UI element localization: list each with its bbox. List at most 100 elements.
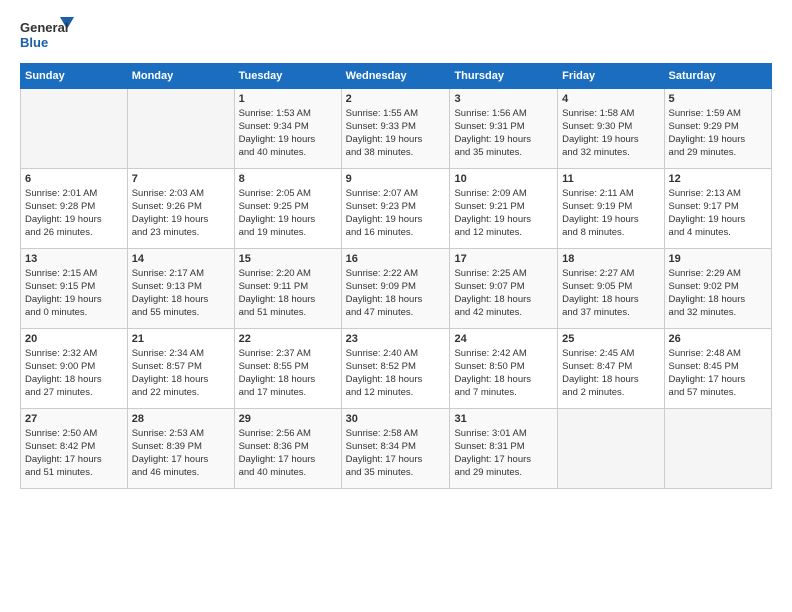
day-info: Sunrise: 2:05 AM Sunset: 9:25 PM Dayligh… — [239, 188, 337, 239]
day-info: Sunrise: 2:07 AM Sunset: 9:23 PM Dayligh… — [346, 188, 446, 239]
day-cell: 6Sunrise: 2:01 AM Sunset: 9:28 PM Daylig… — [21, 169, 128, 249]
day-info: Sunrise: 2:15 AM Sunset: 9:15 PM Dayligh… — [25, 268, 123, 319]
day-info: Sunrise: 2:20 AM Sunset: 9:11 PM Dayligh… — [239, 268, 337, 319]
calendar-header-row: SundayMondayTuesdayWednesdayThursdayFrid… — [21, 64, 772, 89]
day-cell — [558, 409, 664, 489]
day-cell: 19Sunrise: 2:29 AM Sunset: 9:02 PM Dayli… — [664, 249, 771, 329]
day-number: 16 — [346, 252, 446, 267]
svg-text:Blue: Blue — [20, 35, 48, 50]
day-info: Sunrise: 2:29 AM Sunset: 9:02 PM Dayligh… — [669, 268, 767, 319]
logo: GeneralBlue — [20, 15, 75, 53]
day-info: Sunrise: 2:40 AM Sunset: 8:52 PM Dayligh… — [346, 348, 446, 399]
day-number: 31 — [454, 412, 553, 427]
day-number: 17 — [454, 252, 553, 267]
day-number: 2 — [346, 92, 446, 107]
day-cell — [21, 89, 128, 169]
day-number: 24 — [454, 332, 553, 347]
day-info: Sunrise: 2:13 AM Sunset: 9:17 PM Dayligh… — [669, 188, 767, 239]
day-info: Sunrise: 2:42 AM Sunset: 8:50 PM Dayligh… — [454, 348, 553, 399]
day-cell: 12Sunrise: 2:13 AM Sunset: 9:17 PM Dayli… — [664, 169, 771, 249]
day-cell: 10Sunrise: 2:09 AM Sunset: 9:21 PM Dayli… — [450, 169, 558, 249]
day-cell: 21Sunrise: 2:34 AM Sunset: 8:57 PM Dayli… — [127, 329, 234, 409]
day-cell: 20Sunrise: 2:32 AM Sunset: 9:00 PM Dayli… — [21, 329, 128, 409]
day-number: 14 — [132, 252, 230, 267]
day-cell: 11Sunrise: 2:11 AM Sunset: 9:19 PM Dayli… — [558, 169, 664, 249]
day-info: Sunrise: 2:58 AM Sunset: 8:34 PM Dayligh… — [346, 428, 446, 479]
day-number: 10 — [454, 172, 553, 187]
day-info: Sunrise: 2:53 AM Sunset: 8:39 PM Dayligh… — [132, 428, 230, 479]
day-info: Sunrise: 2:09 AM Sunset: 9:21 PM Dayligh… — [454, 188, 553, 239]
day-number: 18 — [562, 252, 659, 267]
day-info: Sunrise: 2:11 AM Sunset: 9:19 PM Dayligh… — [562, 188, 659, 239]
week-row-4: 20Sunrise: 2:32 AM Sunset: 9:00 PM Dayli… — [21, 329, 772, 409]
day-cell: 23Sunrise: 2:40 AM Sunset: 8:52 PM Dayli… — [341, 329, 450, 409]
day-cell: 4Sunrise: 1:58 AM Sunset: 9:30 PM Daylig… — [558, 89, 664, 169]
day-cell: 17Sunrise: 2:25 AM Sunset: 9:07 PM Dayli… — [450, 249, 558, 329]
logo-svg: GeneralBlue — [20, 15, 75, 53]
day-cell: 26Sunrise: 2:48 AM Sunset: 8:45 PM Dayli… — [664, 329, 771, 409]
day-number: 1 — [239, 92, 337, 107]
day-number: 25 — [562, 332, 659, 347]
day-cell: 15Sunrise: 2:20 AM Sunset: 9:11 PM Dayli… — [234, 249, 341, 329]
day-number: 15 — [239, 252, 337, 267]
day-info: Sunrise: 2:17 AM Sunset: 9:13 PM Dayligh… — [132, 268, 230, 319]
day-info: Sunrise: 2:50 AM Sunset: 8:42 PM Dayligh… — [25, 428, 123, 479]
day-info: Sunrise: 2:37 AM Sunset: 8:55 PM Dayligh… — [239, 348, 337, 399]
day-cell: 18Sunrise: 2:27 AM Sunset: 9:05 PM Dayli… — [558, 249, 664, 329]
day-number: 19 — [669, 252, 767, 267]
day-number: 29 — [239, 412, 337, 427]
day-cell — [127, 89, 234, 169]
day-info: Sunrise: 1:53 AM Sunset: 9:34 PM Dayligh… — [239, 108, 337, 159]
day-cell: 27Sunrise: 2:50 AM Sunset: 8:42 PM Dayli… — [21, 409, 128, 489]
day-number: 23 — [346, 332, 446, 347]
day-cell: 7Sunrise: 2:03 AM Sunset: 9:26 PM Daylig… — [127, 169, 234, 249]
day-number: 8 — [239, 172, 337, 187]
day-cell: 1Sunrise: 1:53 AM Sunset: 9:34 PM Daylig… — [234, 89, 341, 169]
day-info: Sunrise: 1:59 AM Sunset: 9:29 PM Dayligh… — [669, 108, 767, 159]
col-header-sunday: Sunday — [21, 64, 128, 89]
day-number: 30 — [346, 412, 446, 427]
col-header-saturday: Saturday — [664, 64, 771, 89]
day-number: 12 — [669, 172, 767, 187]
day-number: 7 — [132, 172, 230, 187]
col-header-monday: Monday — [127, 64, 234, 89]
day-number: 27 — [25, 412, 123, 427]
week-row-3: 13Sunrise: 2:15 AM Sunset: 9:15 PM Dayli… — [21, 249, 772, 329]
day-cell: 16Sunrise: 2:22 AM Sunset: 9:09 PM Dayli… — [341, 249, 450, 329]
page-header: GeneralBlue — [20, 15, 772, 53]
day-info: Sunrise: 1:58 AM Sunset: 9:30 PM Dayligh… — [562, 108, 659, 159]
calendar-table: SundayMondayTuesdayWednesdayThursdayFrid… — [20, 63, 772, 489]
week-row-1: 1Sunrise: 1:53 AM Sunset: 9:34 PM Daylig… — [21, 89, 772, 169]
day-cell: 14Sunrise: 2:17 AM Sunset: 9:13 PM Dayli… — [127, 249, 234, 329]
day-cell: 8Sunrise: 2:05 AM Sunset: 9:25 PM Daylig… — [234, 169, 341, 249]
day-cell: 30Sunrise: 2:58 AM Sunset: 8:34 PM Dayli… — [341, 409, 450, 489]
day-info: Sunrise: 2:34 AM Sunset: 8:57 PM Dayligh… — [132, 348, 230, 399]
day-info: Sunrise: 1:56 AM Sunset: 9:31 PM Dayligh… — [454, 108, 553, 159]
day-number: 21 — [132, 332, 230, 347]
day-cell: 24Sunrise: 2:42 AM Sunset: 8:50 PM Dayli… — [450, 329, 558, 409]
day-number: 6 — [25, 172, 123, 187]
day-cell: 9Sunrise: 2:07 AM Sunset: 9:23 PM Daylig… — [341, 169, 450, 249]
col-header-thursday: Thursday — [450, 64, 558, 89]
day-info: Sunrise: 2:56 AM Sunset: 8:36 PM Dayligh… — [239, 428, 337, 479]
day-cell — [664, 409, 771, 489]
day-cell: 25Sunrise: 2:45 AM Sunset: 8:47 PM Dayli… — [558, 329, 664, 409]
day-info: Sunrise: 2:03 AM Sunset: 9:26 PM Dayligh… — [132, 188, 230, 239]
day-info: Sunrise: 3:01 AM Sunset: 8:31 PM Dayligh… — [454, 428, 553, 479]
day-info: Sunrise: 2:45 AM Sunset: 8:47 PM Dayligh… — [562, 348, 659, 399]
day-number: 3 — [454, 92, 553, 107]
day-cell: 2Sunrise: 1:55 AM Sunset: 9:33 PM Daylig… — [341, 89, 450, 169]
day-info: Sunrise: 1:55 AM Sunset: 9:33 PM Dayligh… — [346, 108, 446, 159]
week-row-2: 6Sunrise: 2:01 AM Sunset: 9:28 PM Daylig… — [21, 169, 772, 249]
day-info: Sunrise: 2:25 AM Sunset: 9:07 PM Dayligh… — [454, 268, 553, 319]
day-cell: 3Sunrise: 1:56 AM Sunset: 9:31 PM Daylig… — [450, 89, 558, 169]
day-cell: 31Sunrise: 3:01 AM Sunset: 8:31 PM Dayli… — [450, 409, 558, 489]
col-header-tuesday: Tuesday — [234, 64, 341, 89]
day-info: Sunrise: 2:01 AM Sunset: 9:28 PM Dayligh… — [25, 188, 123, 239]
day-cell: 5Sunrise: 1:59 AM Sunset: 9:29 PM Daylig… — [664, 89, 771, 169]
day-cell: 22Sunrise: 2:37 AM Sunset: 8:55 PM Dayli… — [234, 329, 341, 409]
day-number: 5 — [669, 92, 767, 107]
day-number: 11 — [562, 172, 659, 187]
day-number: 9 — [346, 172, 446, 187]
svg-text:General: General — [20, 20, 68, 35]
